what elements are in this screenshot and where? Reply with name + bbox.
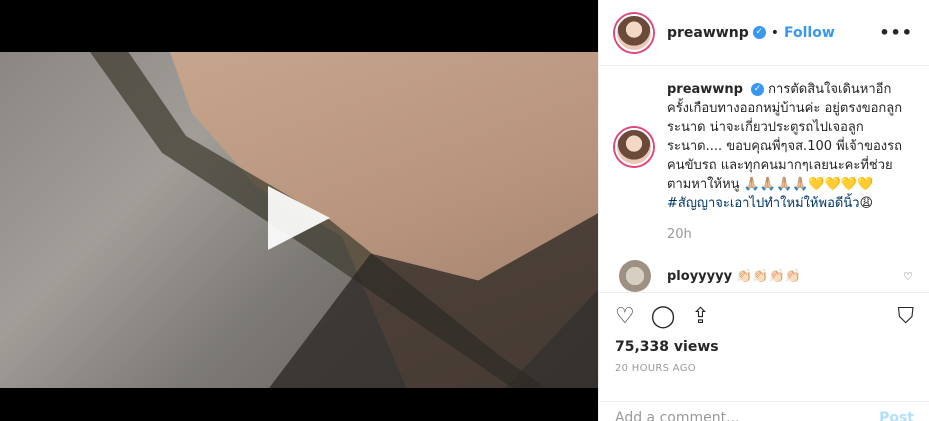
- caption-avatar[interactable]: [615, 128, 653, 166]
- post-sidebar: preawwnp ✓ • Follow ••• preawwnp ✓ การตั…: [598, 0, 929, 421]
- commenter-avatar[interactable]: [619, 260, 651, 292]
- post-button[interactable]: Post: [879, 410, 914, 421]
- separator-dot: •: [770, 24, 779, 41]
- action-icons: ♡ ◯ ⇪ ⛉: [615, 293, 914, 339]
- video-panel[interactable]: [0, 0, 598, 421]
- comment-icon[interactable]: ◯: [651, 304, 676, 329]
- view-count[interactable]: 75,338 views: [615, 339, 914, 355]
- caption-emoji: 😩: [859, 196, 874, 211]
- verified-badge-icon: ✓: [751, 83, 765, 96]
- caption: preawwnp ✓ การตัดสินใจเดินหาอีกครั้งเกือ…: [615, 80, 913, 213]
- avatar[interactable]: [615, 13, 653, 52]
- bookmark-icon[interactable]: ⛉: [897, 304, 914, 329]
- caption-body: การตัดสินใจเดินหาอีกครั้งเกือบทางออกหมู่…: [667, 82, 903, 192]
- commenter-username[interactable]: ployyyyy: [667, 269, 732, 284]
- caption-username[interactable]: preawwnp: [667, 82, 743, 97]
- comment-text: ployyyyy 👏🏻👏🏻👏🏻👏🏻: [667, 269, 801, 284]
- comment-body: 👏🏻👏🏻👏🏻👏🏻: [736, 268, 801, 284]
- comment-like-icon[interactable]: ♡: [903, 270, 913, 283]
- post-header: preawwnp ✓ • Follow •••: [599, 0, 929, 66]
- heart-icon[interactable]: ♡: [615, 304, 635, 329]
- caption-hashtag[interactable]: #สัญญาจะเอาไปทำใหม่ให้พอดีนิ้ว: [667, 196, 860, 211]
- add-comment-bar: Add a comment... Post: [599, 401, 929, 421]
- comment-item: ployyyyy 👏🏻👏🏻👏🏻👏🏻 ♡: [615, 260, 913, 292]
- action-bar: ♡ ◯ ⇪ ⛉ 75,338 views 20 HOURS AGO: [599, 292, 929, 374]
- share-icon[interactable]: ⇪: [691, 304, 709, 329]
- caption-time[interactable]: 20h: [667, 227, 913, 242]
- comment-input[interactable]: Add a comment...: [615, 410, 739, 421]
- username-link[interactable]: preawwnp: [667, 25, 749, 41]
- more-options-icon[interactable]: •••: [879, 23, 913, 42]
- verified-badge-icon: ✓: [752, 26, 766, 39]
- play-icon[interactable]: [268, 186, 330, 250]
- comments-list[interactable]: preawwnp ✓ การตัดสินใจเดินหาอีกครั้งเกือ…: [599, 66, 929, 292]
- follow-button[interactable]: Follow: [784, 25, 835, 41]
- caption-text: preawwnp ✓ การตัดสินใจเดินหาอีกครั้งเกือ…: [667, 80, 907, 213]
- post-timestamp[interactable]: 20 HOURS AGO: [615, 363, 914, 374]
